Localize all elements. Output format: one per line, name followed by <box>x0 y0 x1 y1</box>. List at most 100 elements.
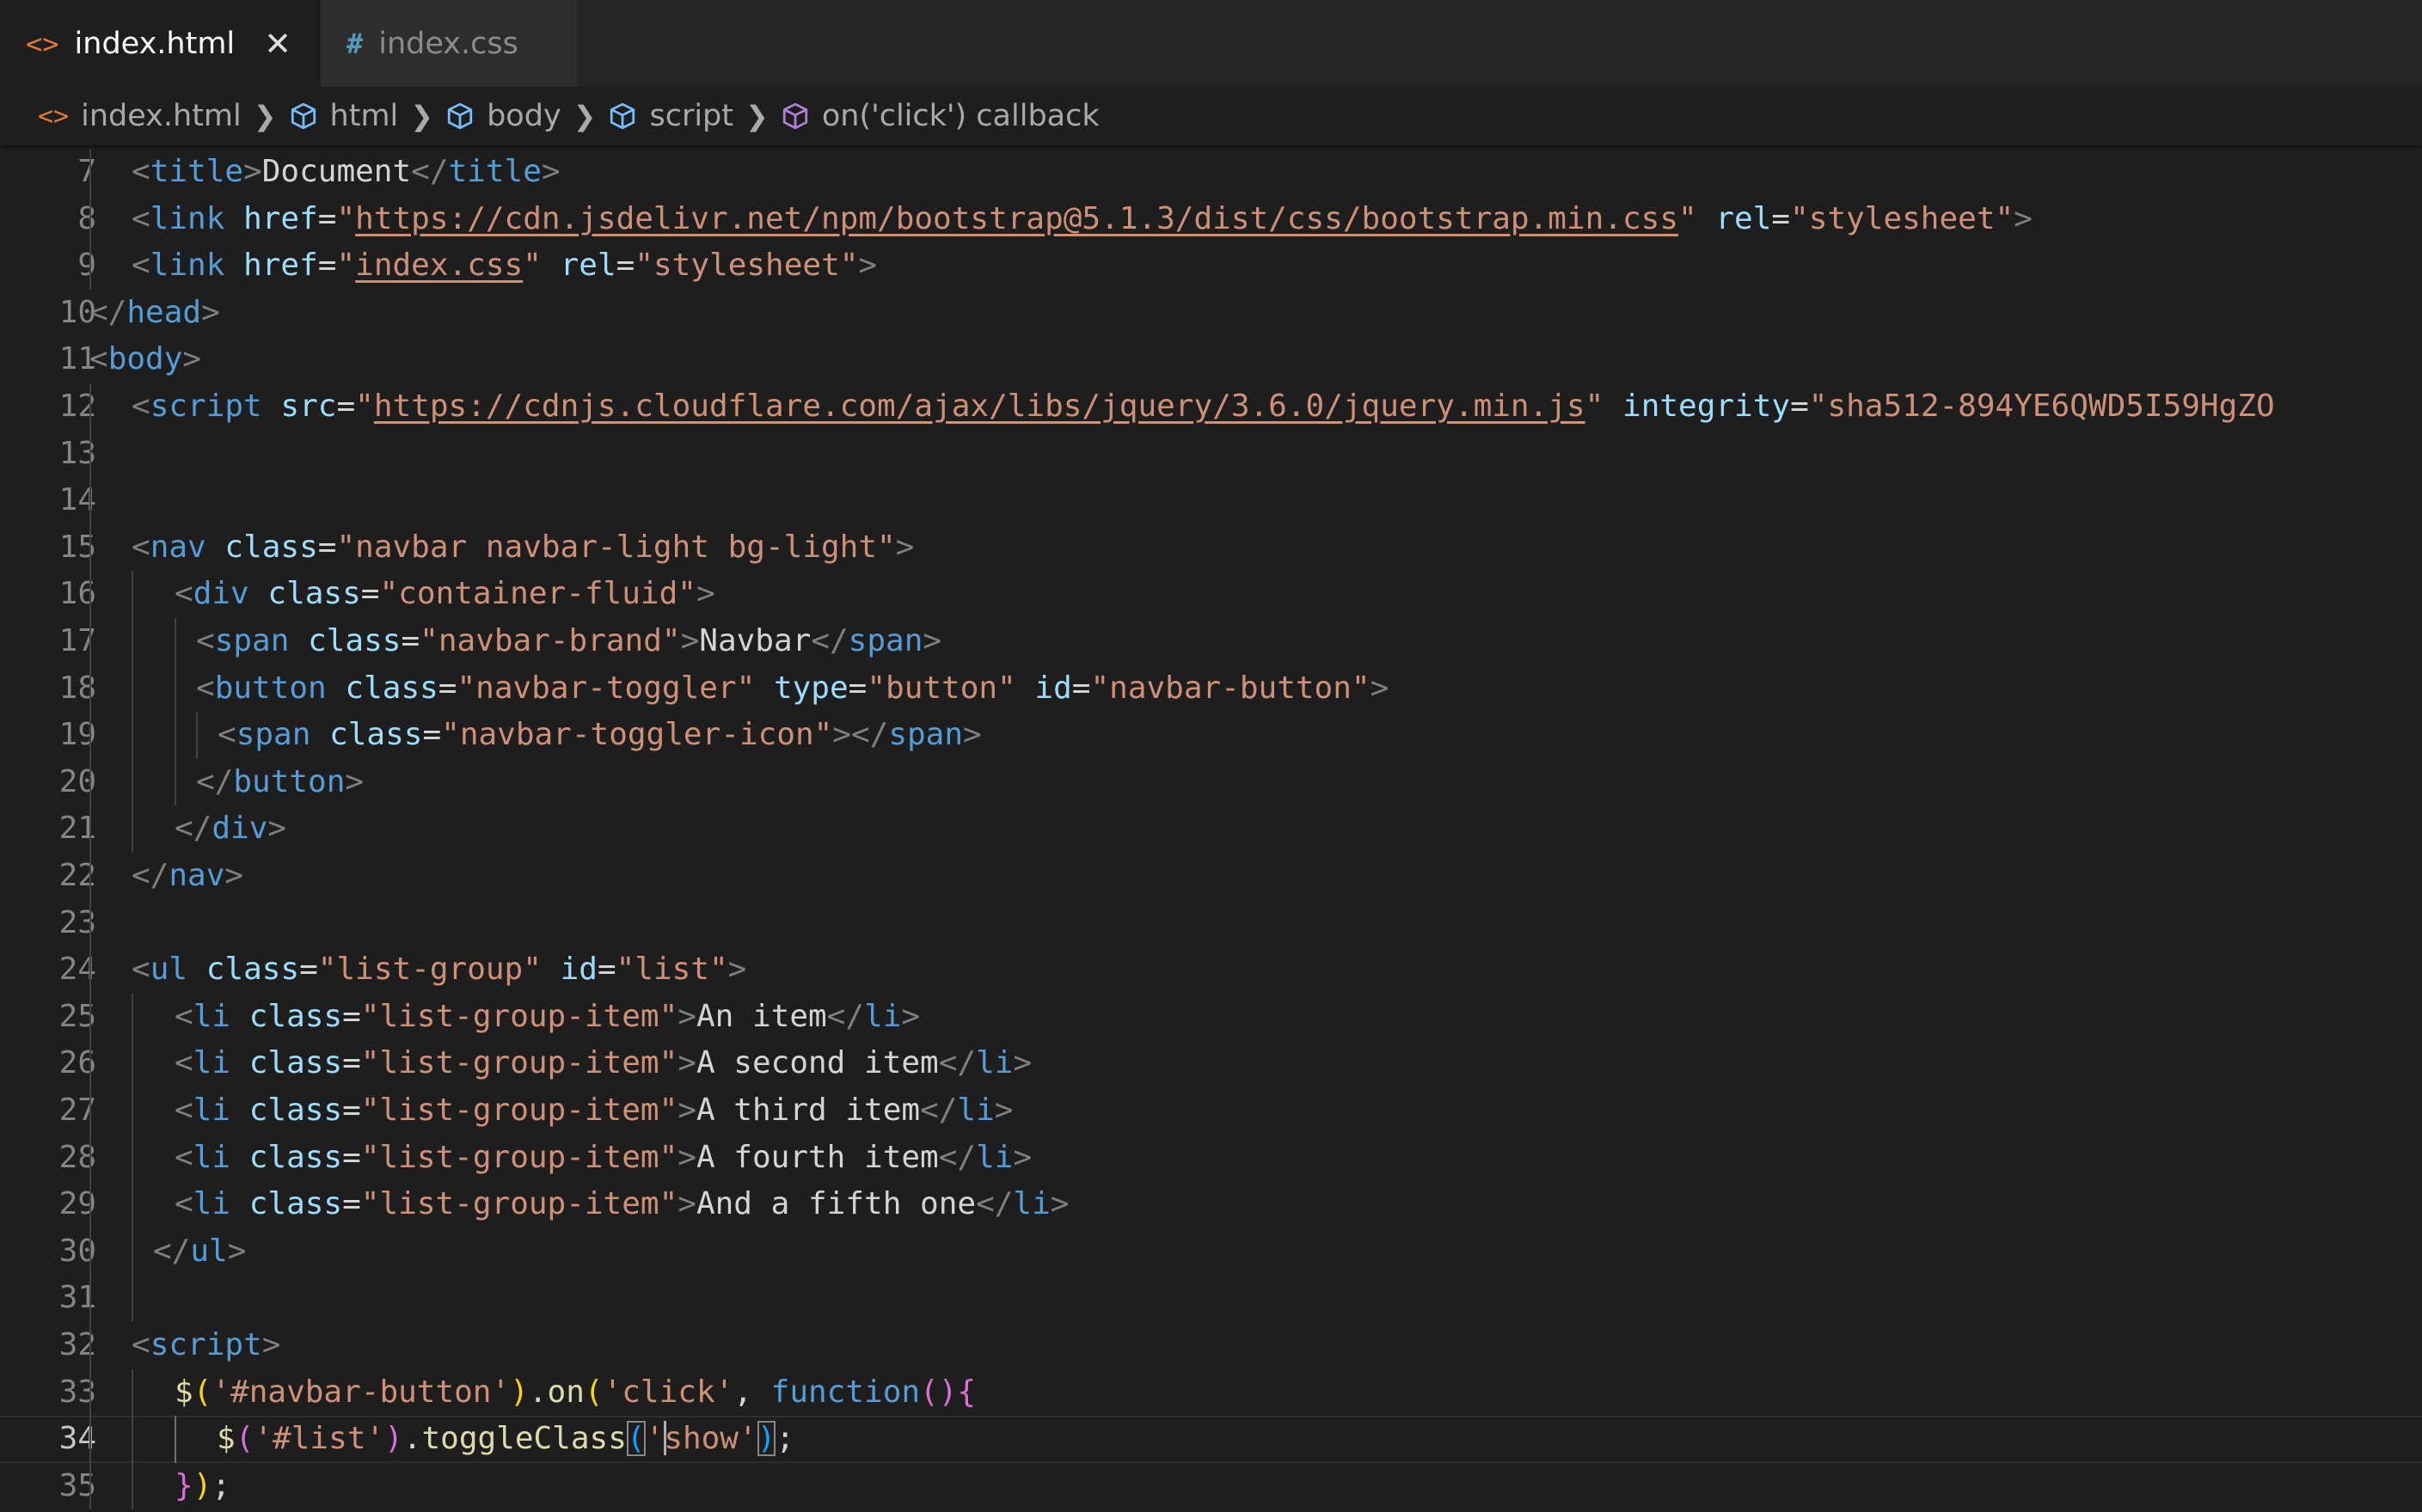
tab-index-css[interactable]: # index.css <box>320 0 577 87</box>
code-token: "container-fluid" <box>379 576 696 612</box>
breadcrumb-item-body[interactable]: body <box>445 99 561 133</box>
indent-guide <box>132 1275 133 1322</box>
indent-guide <box>132 758 133 806</box>
indent-guide <box>89 195 91 243</box>
code-token: src <box>280 389 337 424</box>
code-token: > <box>182 341 202 377</box>
code-token: > <box>923 623 942 658</box>
line-number: 28 <box>58 1139 96 1175</box>
code-token: " <box>1585 389 1604 424</box>
code-line[interactable]: 25 <li class="list-group-item">An item</l… <box>0 993 2422 1041</box>
code-token: = <box>299 952 318 988</box>
code-token: > <box>201 294 220 330</box>
indent-guide <box>175 664 176 713</box>
code-token: "list-group-item" <box>360 1139 678 1175</box>
code-token: "stylesheet" <box>1790 200 2014 236</box>
code-token: href <box>243 200 318 236</box>
indent-guide <box>89 618 91 665</box>
code-line[interactable]: 13 <box>0 430 2422 478</box>
indent-guide <box>132 1368 133 1417</box>
breadcrumb-item-file[interactable]: <> index.html <box>38 99 242 133</box>
code-line[interactable]: 30 </ul> <box>0 1227 2422 1276</box>
html-brackets-icon: <> <box>26 27 59 60</box>
line-number: 22 <box>58 858 96 893</box>
code-token: Navbar <box>699 623 812 658</box>
line-number: 34 <box>58 1421 96 1457</box>
line-number: 15 <box>58 529 96 565</box>
code-token: . <box>402 1421 422 1457</box>
close-icon[interactable]: ✕ <box>264 25 291 63</box>
code-line[interactable]: 34 $('#list').toggleClass('show'); <box>0 1416 2422 1463</box>
code-token: < <box>132 1327 150 1362</box>
code-token: </ <box>826 998 865 1034</box>
code-token: li <box>193 998 231 1034</box>
code-line[interactable]: 7 <title>Document</title> <box>0 149 2422 196</box>
code-line[interactable]: 31 <box>0 1275 2422 1322</box>
code-line[interactable]: 21 </div> <box>0 805 2422 853</box>
breadcrumb-item-html[interactable]: html <box>289 99 398 133</box>
tab-index-html[interactable]: <> index.html ✕ <box>0 0 321 87</box>
code-line[interactable]: 27 <li class="list-group-item">A third it… <box>0 1087 2422 1135</box>
code-line[interactable]: 29 <li class="list-group-item">And a fift… <box>0 1181 2422 1228</box>
code-line[interactable]: 12 <script src="https://cdnjs.cloudflare.… <box>0 383 2422 431</box>
code-token: } <box>175 1467 193 1503</box>
code-token: = <box>317 200 337 236</box>
code-token: </ <box>938 1139 977 1175</box>
code-line[interactable]: 33 $('#navbar-button').on('click', functi… <box>0 1368 2422 1417</box>
code-token: '#navbar-button' <box>212 1374 511 1410</box>
line-number: 29 <box>58 1186 96 1222</box>
code-token: nav <box>150 529 206 565</box>
indent-guide <box>132 1134 133 1182</box>
code-line[interactable]: 24 <ul class="list-group" id="list"> <box>0 946 2422 994</box>
indent-guide <box>132 1181 133 1228</box>
code-line[interactable]: 32 <script> <box>0 1322 2422 1369</box>
code-line[interactable]: 15 <nav class="navbar navbar-light bg-lig… <box>0 523 2422 572</box>
code-token: An item <box>696 998 827 1034</box>
code-token: ; <box>776 1421 795 1457</box>
code-line[interactable]: 35}); <box>0 1462 2422 1510</box>
code-line[interactable]: 11 <body> <box>0 336 2422 383</box>
code-line[interactable]: 8 <link href="https://cdn.jsdelivr.net/np… <box>0 195 2422 243</box>
breadcrumb-item-callback[interactable]: on('click') callback <box>781 99 1100 133</box>
code-line[interactable]: 10 </head> <box>0 290 2422 337</box>
code-token: index.css <box>355 248 524 284</box>
code-line[interactable]: 19 <span class="navbar-toggler-icon"></sp… <box>0 712 2422 759</box>
code-token: $ <box>217 1421 236 1457</box>
code-token: li <box>957 1093 995 1128</box>
code-token: A second item <box>696 1045 939 1081</box>
code-line[interactable]: 16 <div class="container-fluid"> <box>0 571 2422 618</box>
code-text: </button> <box>196 759 364 806</box>
code-line[interactable]: 23 <box>0 899 2422 947</box>
code-editor[interactable]: 7 <title>Document</title> 8 <link href="htt… <box>0 145 2422 1512</box>
code-line[interactable]: 22 </nav> <box>0 853 2422 900</box>
breadcrumb-item-script[interactable]: script <box>608 99 733 133</box>
code-token: = <box>438 670 457 706</box>
code-token: "list-group" <box>317 952 542 988</box>
indent-guide <box>89 1227 91 1276</box>
chevron-right-icon: ❯ <box>410 100 434 132</box>
code-token: </ <box>920 1093 958 1128</box>
code-line[interactable]: 28 <li class="list-group-item">A fourth i… <box>0 1134 2422 1182</box>
code-token: = <box>360 576 380 612</box>
code-token: ( <box>584 1374 604 1410</box>
code-token: link <box>150 248 225 284</box>
code-line[interactable]: 18 <button class="navbar-toggler" type="b… <box>0 664 2422 713</box>
code-token: 'click' <box>603 1374 734 1410</box>
code-line[interactable]: 14 <box>0 477 2422 524</box>
code-token: = <box>342 1093 361 1128</box>
code-line[interactable]: 17 <span class="navbar-brand">Navbar</spa… <box>0 618 2422 665</box>
code-token: < <box>132 389 150 424</box>
code-token: < <box>175 1186 193 1222</box>
code-line[interactable]: 9 <link href="index.css" rel="stylesheet"… <box>0 242 2422 290</box>
code-line[interactable]: 26 <li class="list-group-item">A second i… <box>0 1040 2422 1087</box>
code-token: = <box>342 998 361 1034</box>
code-line[interactable]: 20 </button> <box>0 758 2422 806</box>
indent-guide <box>89 805 91 853</box>
code-token: class <box>248 1139 343 1175</box>
code-token: < <box>196 623 215 658</box>
code-token: Document <box>261 154 412 189</box>
code-text: <span class="navbar-brand">Navbar</span> <box>196 618 941 665</box>
line-number: 16 <box>58 576 96 612</box>
